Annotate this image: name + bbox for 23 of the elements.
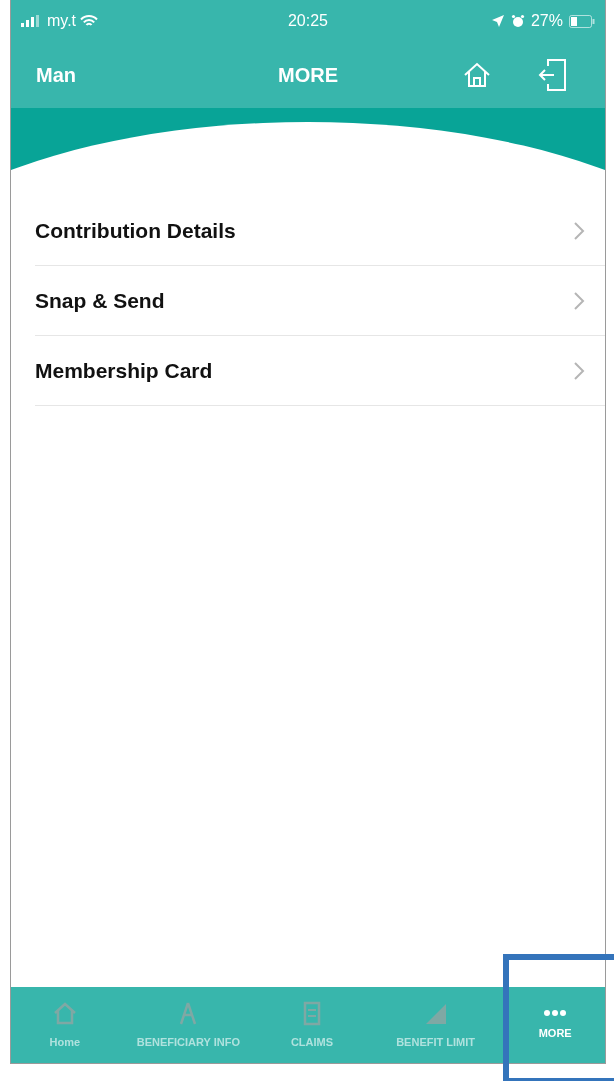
wifi-icon xyxy=(80,14,99,28)
more-dots-icon xyxy=(542,1008,569,1017)
tab-item[interactable]: CLAIMS xyxy=(258,987,366,1063)
chevron-right-icon xyxy=(573,360,585,381)
tab-item[interactable]: Home xyxy=(11,987,119,1063)
tab-item[interactable]: MORE xyxy=(505,987,605,1063)
menu-item[interactable]: Membership Card xyxy=(35,336,605,406)
user-name: Man xyxy=(36,63,76,88)
alarm-clock-icon xyxy=(510,14,525,28)
tab-item[interactable]: BENEFIT LIMIT xyxy=(365,987,506,1063)
tab-item[interactable]: BENEFICIARY INFO xyxy=(118,987,259,1063)
status-time: 20:25 xyxy=(287,11,328,31)
chevron-right-icon xyxy=(573,290,585,311)
home-icon[interactable] xyxy=(462,60,492,90)
chevron-right-icon xyxy=(573,220,585,241)
menu-item[interactable]: Snap & Send xyxy=(35,266,605,336)
carrier-name: my.t xyxy=(47,11,77,31)
menu-item[interactable]: Contribution Details xyxy=(35,196,605,266)
battery-icon xyxy=(569,14,595,28)
page-title: MORE xyxy=(278,63,338,88)
logout-door-icon[interactable] xyxy=(538,58,568,92)
location-arrow-icon xyxy=(490,14,505,28)
battery-percent: 27% xyxy=(530,11,563,31)
